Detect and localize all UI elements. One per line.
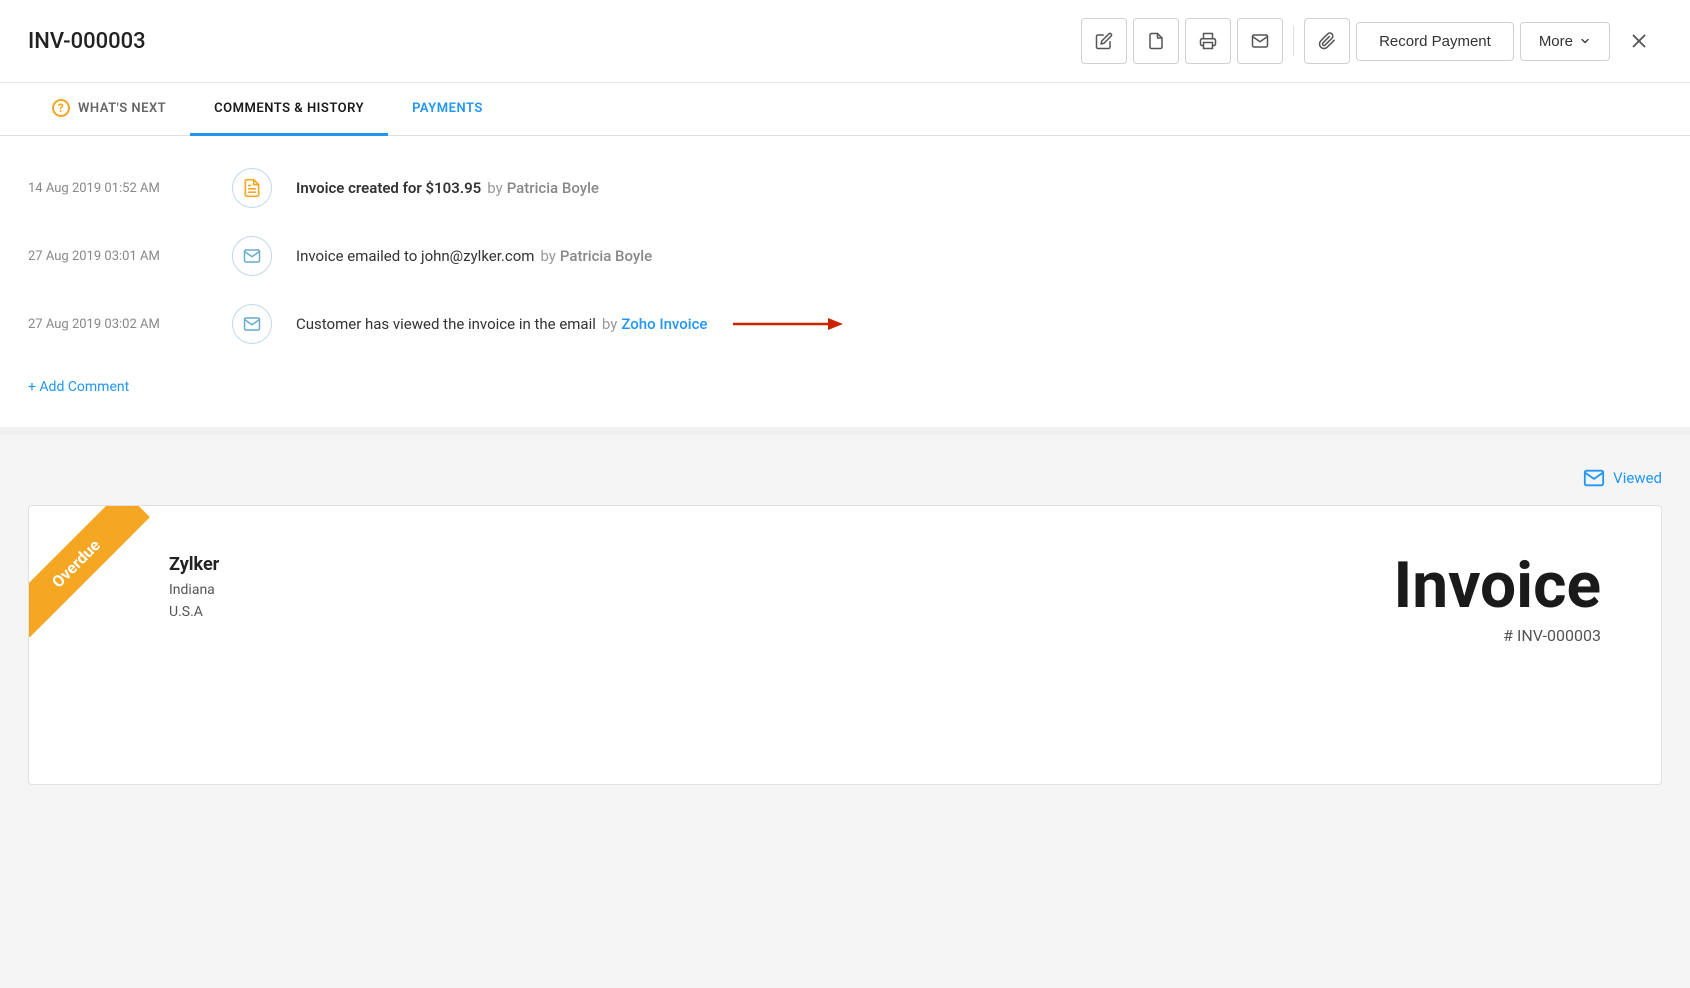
chevron-down-icon bbox=[1579, 35, 1591, 47]
history-item: 27 Aug 2019 03:02 AM Customer has viewed… bbox=[28, 304, 1662, 344]
viewed-badge: Viewed bbox=[28, 467, 1662, 489]
record-payment-button[interactable]: Record Payment bbox=[1356, 22, 1514, 61]
viewed-mail-icon bbox=[1583, 467, 1605, 489]
invoice-id: INV-000003 bbox=[28, 29, 146, 54]
pdf-icon bbox=[1147, 32, 1165, 50]
arrow-indicator bbox=[723, 312, 843, 336]
attach-button[interactable] bbox=[1304, 18, 1350, 64]
timestamp: 14 Aug 2019 01:52 AM bbox=[28, 181, 208, 196]
overdue-label: Overdue bbox=[29, 506, 150, 637]
invoice-card: Overdue Zylker Indiana U.S.A Invoice # I… bbox=[28, 505, 1662, 785]
email-event-icon bbox=[232, 236, 272, 276]
mail-icon-2 bbox=[243, 315, 261, 333]
tab-whats-next[interactable]: ? WHAT'S NEXT bbox=[28, 83, 190, 136]
tab-payments[interactable]: PAYMENTS bbox=[388, 83, 507, 136]
edit-icon bbox=[1095, 32, 1113, 50]
paperclip-icon bbox=[1318, 32, 1336, 50]
tab-comments-history[interactable]: COMMENTS & HISTORY bbox=[190, 83, 388, 136]
timestamp: 27 Aug 2019 03:01 AM bbox=[28, 249, 208, 264]
timestamp: 27 Aug 2019 03:02 AM bbox=[28, 317, 208, 332]
invoice-big-title: Invoice bbox=[1394, 554, 1602, 618]
history-list: 14 Aug 2019 01:52 AM Invoice created for… bbox=[28, 168, 1662, 344]
viewed-label: Viewed bbox=[1613, 469, 1662, 487]
invoice-event-icon bbox=[232, 168, 272, 208]
red-arrow-icon bbox=[723, 312, 843, 336]
history-item: 14 Aug 2019 01:52 AM Invoice created for… bbox=[28, 168, 1662, 208]
close-button[interactable] bbox=[1616, 18, 1662, 64]
invoice-number: # INV-000003 bbox=[1394, 626, 1602, 645]
history-text-3: Customer has viewed the invoice in the e… bbox=[296, 312, 1662, 336]
email-button[interactable] bbox=[1237, 18, 1283, 64]
page-header: INV-000003 Record Payment More bbox=[0, 0, 1690, 83]
email-event-icon-2 bbox=[232, 304, 272, 344]
header-actions: Record Payment More bbox=[1081, 18, 1662, 64]
question-icon: ? bbox=[52, 99, 70, 117]
pdf-button[interactable] bbox=[1133, 18, 1179, 64]
invoice-body: Zylker Indiana U.S.A Invoice # INV-00000… bbox=[89, 554, 1601, 645]
mail-icon bbox=[243, 247, 261, 265]
edit-button[interactable] bbox=[1081, 18, 1127, 64]
add-comment-section: + Add Comment bbox=[28, 376, 1662, 395]
add-comment-link[interactable]: + Add Comment bbox=[28, 379, 129, 395]
email-icon bbox=[1251, 32, 1269, 50]
history-item: 27 Aug 2019 03:01 AM Invoice emailed to … bbox=[28, 236, 1662, 276]
history-content: 14 Aug 2019 01:52 AM Invoice created for… bbox=[0, 136, 1690, 435]
toolbar-separator bbox=[1293, 26, 1294, 56]
history-text: Invoice created for $103.95 by Patricia … bbox=[296, 179, 1662, 197]
print-icon bbox=[1199, 32, 1217, 50]
document-icon bbox=[242, 178, 262, 198]
print-button[interactable] bbox=[1185, 18, 1231, 64]
close-icon bbox=[1628, 30, 1650, 52]
invoice-preview-section: Viewed Overdue Zylker Indiana U.S.A Invo… bbox=[0, 435, 1690, 988]
more-button[interactable]: More bbox=[1520, 22, 1610, 61]
overdue-ribbon: Overdue bbox=[29, 506, 189, 666]
invoice-title-block: Invoice # INV-000003 bbox=[1394, 554, 1602, 645]
tab-bar: ? WHAT'S NEXT COMMENTS & HISTORY PAYMENT… bbox=[0, 83, 1690, 136]
history-text: Invoice emailed to john@zylker.com by Pa… bbox=[296, 247, 1662, 265]
